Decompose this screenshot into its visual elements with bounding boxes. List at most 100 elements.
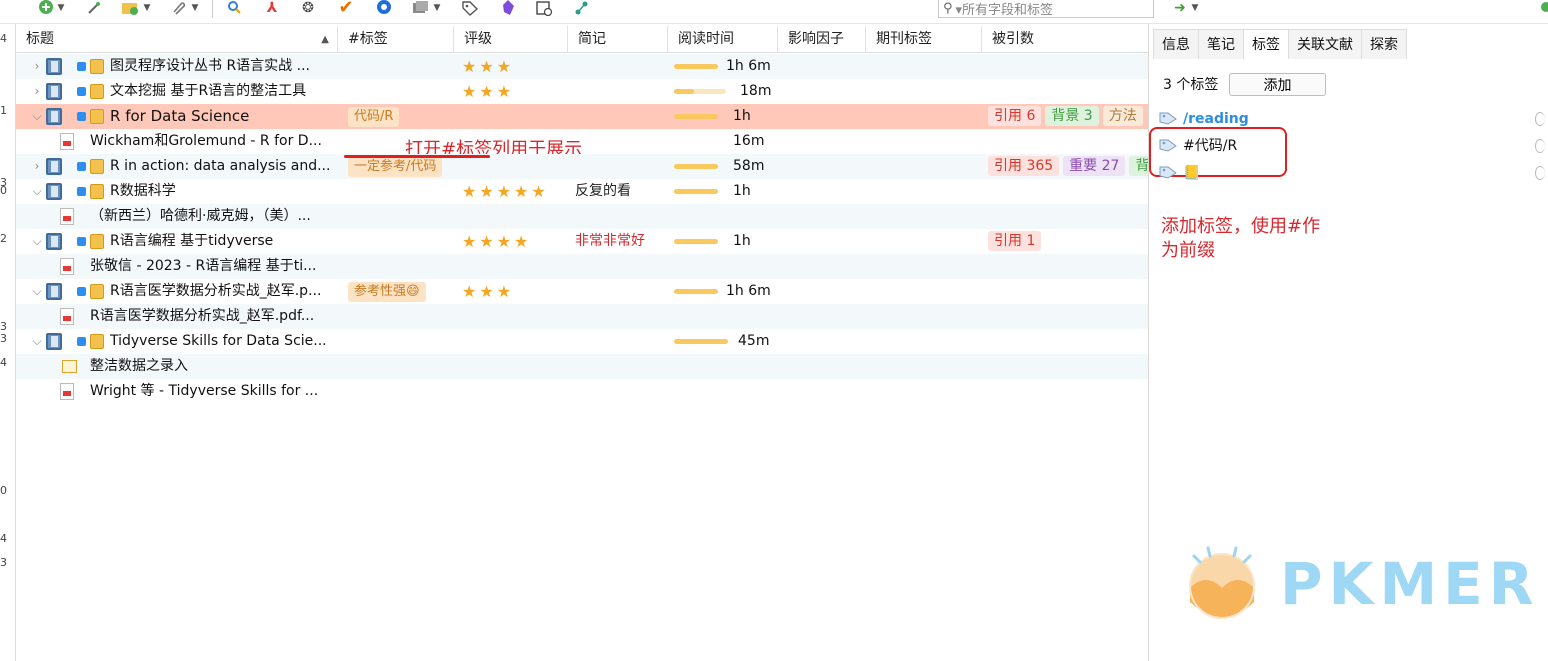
read-time-text: 1h 6m — [726, 283, 771, 299]
chevron-down-icon[interactable]: ⌵ — [30, 279, 44, 304]
table-row[interactable]: R语言医学数据分析实战_赵军.pdf... — [16, 304, 1148, 329]
chevron-down-icon[interactable]: ⌵ — [30, 104, 44, 129]
column-rating[interactable]: 评级 — [454, 26, 568, 53]
column-note[interactable]: 简记 — [568, 26, 668, 53]
chevron-down-icon[interactable]: ▼ — [56, 0, 66, 16]
remove-tag-icon[interactable] — [1535, 139, 1545, 153]
search-icon[interactable] — [224, 0, 244, 16]
arrow-right-icon[interactable]: ➜ — [1170, 0, 1190, 16]
search-placeholder: ▾所有字段和标签 — [955, 3, 1054, 18]
attachment-title: Wickham和Grolemund - R for D... — [90, 133, 322, 149]
row-tag: 一定参考/代码 — [348, 157, 443, 177]
table-row[interactable]: Wickham和Grolemund - R for D... 打开#标签列用于展示 — [16, 129, 1148, 160]
chevron-down-icon[interactable]: ▼ — [190, 0, 200, 16]
table-row[interactable]: ⌵ R语言编程 基于tidyverse ★★★★ 非常非常好 1h 24m 引用 1 — [16, 229, 1148, 274]
table-row[interactable]: Wright 等 - Tidyverse Skills for ... — [16, 379, 1148, 404]
chevron-down-icon[interactable]: ⌵ — [30, 179, 44, 204]
table-row[interactable]: ⌵ R数据科学 ★★★★★ 反复的看 1h 58m — [16, 179, 1148, 224]
chevron-down-icon[interactable]: ▼ — [432, 0, 442, 16]
read-time-text: 18m — [740, 83, 772, 99]
read-time-text: 58m — [733, 158, 765, 174]
row-title: Tidyverse Skills for Data Scie... — [110, 333, 327, 349]
column-cited[interactable]: 被引数 — [982, 26, 1148, 53]
chevron-down-icon[interactable]: ▼ — [1190, 0, 1200, 16]
column-tags[interactable]: #标签 — [338, 26, 454, 53]
table-row[interactable]: › R in action: data analysis and... 一定参考/代… — [16, 154, 1148, 179]
chevron-right-icon[interactable]: › — [30, 54, 44, 79]
note-icon — [90, 84, 104, 99]
remove-tag-icon[interactable] — [1535, 112, 1545, 126]
table-row[interactable]: 张敬信 - 2023 - R语言编程 基于ti... — [16, 254, 1148, 279]
rating-stars[interactable]: ★★★ — [462, 79, 514, 104]
read-time: 1h 58m — [674, 179, 784, 224]
cite-badges: 引用 365 重要 27 背 — [988, 154, 1148, 179]
chevron-right-icon[interactable]: › — [30, 79, 44, 104]
table-header: 标题 ▲ #标签 评级 简记 阅读时间 影响因子 期刊标签 被引数 — [16, 26, 1148, 53]
tag-row[interactable]: #代码/R — [1149, 127, 1545, 177]
table-row[interactable]: 整洁数据之录入 — [16, 354, 1148, 379]
gutter-mark: 4 — [0, 32, 7, 45]
read-bar — [674, 64, 718, 69]
rating-stars[interactable]: ★★★ — [462, 279, 514, 304]
attachment-title: Wright 等 - Tidyverse Skills for ... — [90, 383, 319, 399]
note-icon — [90, 284, 104, 299]
check-icon[interactable]: ✔ — [336, 0, 356, 17]
table-row[interactable]: （新西兰）哈德利·威克姆，（美）... — [16, 204, 1148, 229]
attach-icon[interactable] — [168, 0, 188, 16]
pdf-icon[interactable]: ⅄ — [262, 0, 282, 16]
row-note: 反复的看 — [575, 183, 631, 199]
chevron-down-icon[interactable]: ▼ — [142, 0, 152, 16]
tag-count: 3 个标签 — [1163, 77, 1219, 93]
column-impact[interactable]: 影响因子 — [778, 26, 866, 53]
color-label-icon — [77, 337, 86, 346]
left-gutter: 41302334043 — [0, 24, 16, 661]
book-icon — [46, 83, 62, 100]
chevron-down-icon[interactable]: ⌵ — [30, 229, 44, 254]
column-read-time[interactable]: 阅读时间 — [668, 26, 778, 53]
table-row[interactable]: ⌵ R for Data Science 代码/R 1h 16m 引用 6 背景 3 方法 — [16, 104, 1148, 149]
tag-row[interactable]: 📒 — [1159, 161, 1545, 185]
read-bar — [674, 114, 718, 119]
tab-2[interactable]: 标签 — [1243, 29, 1289, 59]
tab-4[interactable]: 探索 — [1361, 29, 1407, 59]
tab-1[interactable]: 笔记 — [1198, 29, 1244, 59]
chevron-right-icon[interactable]: › — [30, 154, 44, 179]
wand-icon[interactable] — [84, 0, 104, 16]
note-icon — [90, 184, 104, 199]
search-input[interactable]: ⚲ ▾所有字段和标签 — [938, 0, 1154, 18]
search-icon: ⚲ — [943, 1, 953, 16]
tag-icon[interactable] — [460, 0, 480, 16]
rating-stars[interactable]: ★★★★ — [462, 229, 531, 254]
tab-3[interactable]: 关联文献 — [1288, 29, 1362, 59]
color-label-icon — [77, 237, 86, 246]
column-journal[interactable]: 期刊标签 — [866, 26, 982, 53]
table-row[interactable]: › 文本挖掘 基于R语言的整洁工具 ★★★ 18m — [16, 79, 1148, 104]
attachment-title: R语言医学数据分析实战_赵军.pdf... — [90, 308, 315, 324]
row-title: R数据科学 — [110, 183, 176, 199]
folder-add-icon[interactable] — [120, 0, 140, 16]
remove-tag-icon[interactable] — [1535, 166, 1545, 180]
read-time: 1h 6m — [674, 279, 784, 304]
sync-icon[interactable] — [374, 0, 394, 16]
rating-stars[interactable]: ★★★★★ — [462, 179, 549, 204]
chevron-down-icon[interactable]: ⌵ — [30, 329, 44, 354]
graph-icon[interactable] — [572, 0, 592, 16]
rating-stars[interactable]: ★★★ — [462, 54, 514, 79]
add-icon[interactable] — [36, 0, 56, 16]
pdf-file-icon — [60, 308, 74, 325]
column-title[interactable]: 标题 ▲ — [16, 26, 338, 53]
gutter-mark: 0 — [0, 484, 7, 497]
stack-icon[interactable] — [410, 0, 430, 16]
cite-badge: 引用 1 — [988, 231, 1042, 251]
table-row[interactable]: › 图灵程序设计丛书 R语言实战 ... ★★★ 1h 6m — [16, 54, 1148, 79]
row-title: R语言编程 基于tidyverse — [110, 233, 274, 249]
openai-icon[interactable]: ❂ — [298, 0, 318, 16]
table-row[interactable]: ⌵ R语言医学数据分析实战_赵军.p... 参考性强😄 ★★★ 1h 6m — [16, 279, 1148, 304]
table-row[interactable]: ⌵ Tidyverse Skills for Data Scie... 45m — [16, 329, 1148, 354]
obsidian-icon[interactable] — [498, 0, 518, 16]
color-label-icon — [77, 287, 86, 296]
tab-0[interactable]: 信息 — [1153, 29, 1199, 59]
row-title: R in action: data analysis and... — [110, 158, 331, 174]
calendar-icon[interactable] — [534, 0, 554, 16]
add-tag-button[interactable]: 添加 — [1229, 73, 1326, 96]
